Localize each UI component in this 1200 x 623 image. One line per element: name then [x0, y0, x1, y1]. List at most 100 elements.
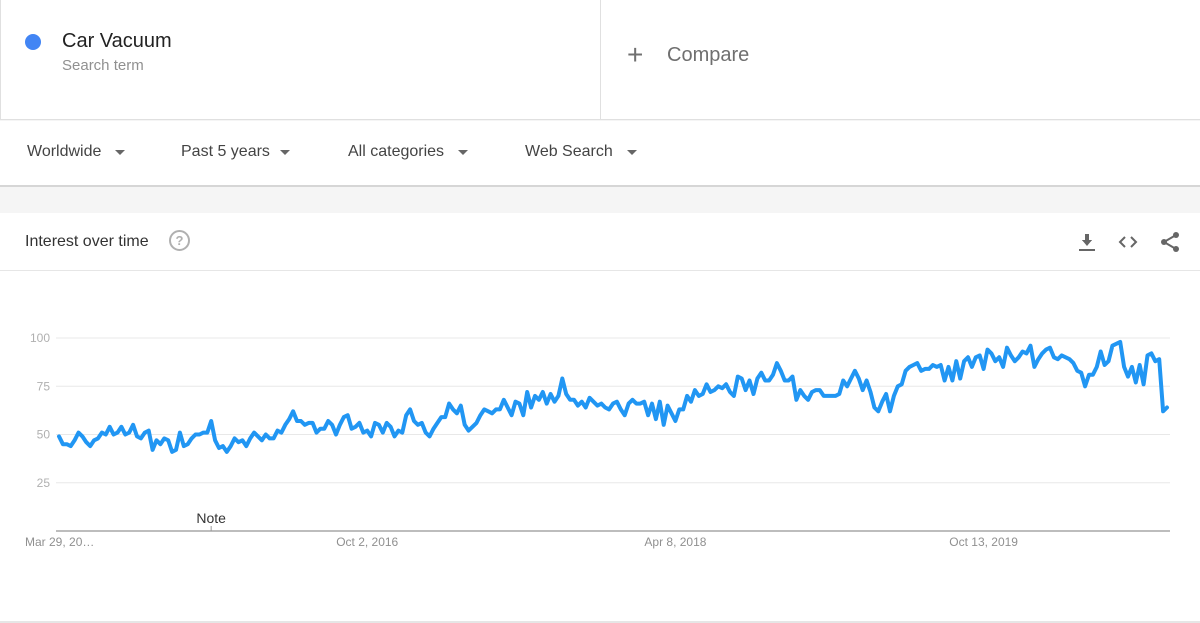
- data-point: [756, 377, 759, 380]
- data-point: [487, 410, 490, 413]
- data-point: [877, 410, 880, 413]
- data-point: [502, 398, 505, 401]
- data-point: [264, 433, 267, 436]
- data-point: [639, 402, 642, 405]
- annotation-note-label[interactable]: Note: [196, 510, 226, 526]
- y-tick-label: 25: [37, 476, 51, 490]
- data-point: [303, 423, 306, 426]
- data-point: [600, 402, 603, 405]
- filter-category-dropdown[interactable]: All categories: [348, 143, 469, 161]
- data-point: [89, 445, 92, 448]
- data-point: [943, 379, 946, 382]
- filter-region-dropdown[interactable]: Worldwide: [27, 143, 126, 161]
- embed-code-icon[interactable]: [1116, 230, 1140, 254]
- data-point: [1107, 360, 1110, 363]
- share-icon[interactable]: [1158, 230, 1182, 254]
- data-point: [463, 423, 466, 426]
- data-point: [912, 364, 915, 367]
- data-point: [292, 410, 295, 413]
- card-title: Interest over time: [25, 233, 149, 250]
- data-point: [736, 375, 739, 378]
- data-point: [881, 400, 884, 403]
- data-point: [947, 365, 950, 368]
- data-point: [1080, 371, 1083, 374]
- data-point: [662, 423, 665, 426]
- compare-button[interactable]: + Compare: [627, 41, 749, 69]
- data-point: [569, 398, 572, 401]
- data-point: [346, 414, 349, 417]
- data-point: [963, 360, 966, 363]
- data-point: [171, 450, 174, 453]
- data-point: [705, 383, 708, 386]
- data-point: [1091, 373, 1094, 376]
- data-point: [1123, 365, 1126, 368]
- data-point: [319, 427, 322, 430]
- data-point: [1029, 344, 1032, 347]
- data-point: [1138, 364, 1141, 367]
- data-point: [350, 427, 353, 430]
- data-point: [900, 383, 903, 386]
- filter-search-type-dropdown[interactable]: Web Search: [525, 143, 637, 161]
- data-point: [210, 419, 213, 422]
- data-point: [175, 448, 178, 451]
- data-point: [803, 394, 806, 397]
- data-point: [151, 448, 154, 451]
- data-point: [93, 439, 96, 442]
- data-point: [124, 433, 127, 436]
- data-point: [97, 437, 100, 440]
- data-point: [452, 408, 455, 411]
- data-point: [533, 394, 536, 397]
- search-term-name[interactable]: Car Vacuum: [62, 30, 172, 53]
- data-point: [381, 431, 384, 434]
- data-point: [1119, 340, 1122, 343]
- data-point: [522, 414, 525, 417]
- data-point: [358, 421, 361, 424]
- data-point: [1041, 352, 1044, 355]
- search-term-card[interactable]: Car Vacuum Search term: [0, 0, 601, 120]
- data-point: [280, 431, 283, 434]
- data-point: [818, 389, 821, 392]
- data-point: [1025, 352, 1028, 355]
- download-icon[interactable]: [1075, 230, 1099, 254]
- data-point: [549, 392, 552, 395]
- data-point: [530, 406, 533, 409]
- data-point: [588, 396, 591, 399]
- data-point: [1037, 358, 1040, 361]
- data-point: [1166, 406, 1169, 409]
- card-header: Interest over time ?: [0, 213, 1200, 271]
- data-point: [612, 402, 615, 405]
- data-point: [471, 425, 474, 428]
- data-point: [194, 433, 197, 436]
- data-point: [100, 431, 103, 434]
- y-tick-label: 50: [37, 428, 51, 442]
- data-point: [397, 429, 400, 432]
- data-point: [596, 404, 599, 407]
- data-point: [1099, 350, 1102, 353]
- data-point: [744, 389, 747, 392]
- data-point: [1146, 354, 1149, 357]
- data-point: [1158, 358, 1161, 361]
- data-point: [1076, 369, 1079, 372]
- data-point: [1126, 375, 1129, 378]
- data-point: [771, 373, 774, 376]
- data-point: [459, 404, 462, 407]
- search-term-subtitle: Search term: [62, 57, 144, 74]
- question-mark-icon[interactable]: ?: [169, 230, 190, 251]
- data-point: [190, 437, 193, 440]
- data-point: [740, 377, 743, 380]
- filter-time-dropdown[interactable]: Past 5 years: [181, 143, 290, 161]
- data-point: [225, 450, 228, 453]
- compare-label: Compare: [667, 43, 750, 66]
- data-point: [1052, 356, 1055, 359]
- data-point: [682, 408, 685, 411]
- data-point: [857, 377, 860, 380]
- data-point: [838, 392, 841, 395]
- data-point: [795, 398, 798, 401]
- data-point: [143, 431, 146, 434]
- data-point: [678, 408, 681, 411]
- data-point: [545, 402, 548, 405]
- x-tick-label: Apr 8, 2018: [644, 535, 706, 549]
- data-point: [526, 391, 529, 394]
- data-point: [1087, 373, 1090, 376]
- data-point: [865, 379, 868, 382]
